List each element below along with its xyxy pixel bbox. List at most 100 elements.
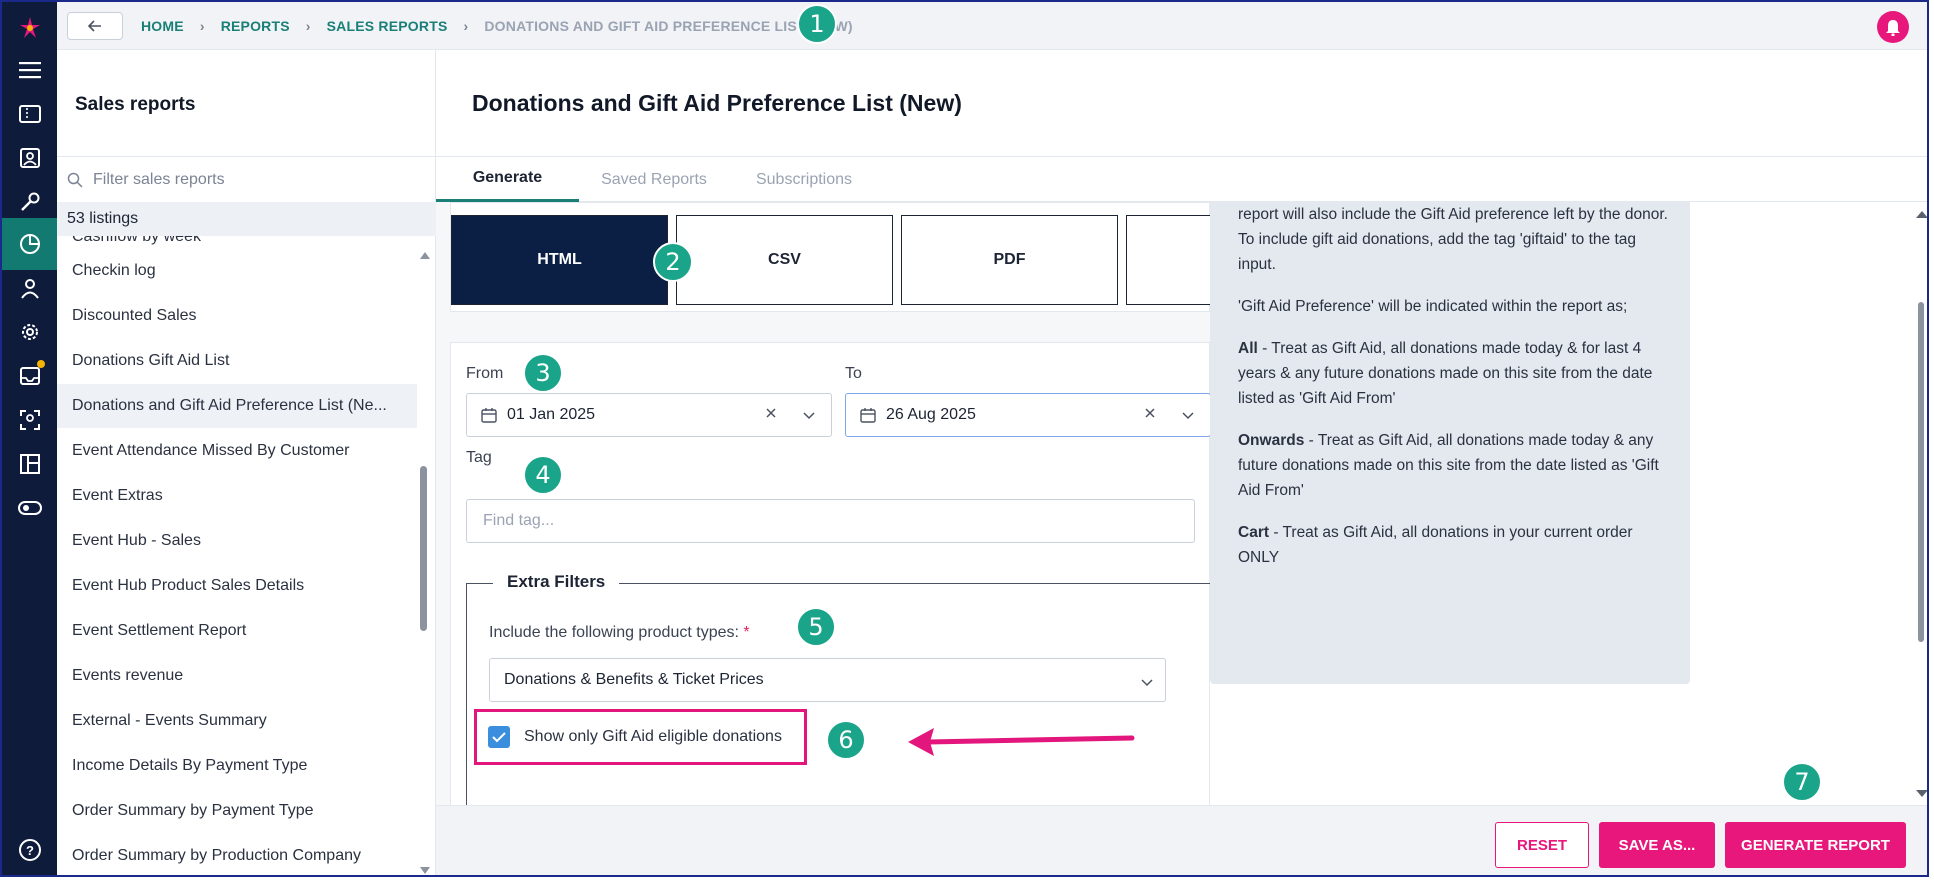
clear-to-icon[interactable] — [1144, 406, 1156, 424]
help-icon[interactable]: ? — [2, 824, 57, 875]
top-bar: HOME › REPORTS › SALES REPORTS › DONATIO… — [57, 2, 1927, 50]
tab-saved-reports[interactable]: Saved Reports — [579, 157, 729, 202]
info-column: report will also include the Gift Aid pr… — [1210, 202, 1928, 805]
info-onwards: Onwards - Treat as Gift Aid, all donatio… — [1238, 428, 1668, 503]
info-cart: Cart - Treat as Gift Aid, all donations … — [1238, 520, 1668, 570]
report-description-panel: report will also include the Gift Aid pr… — [1210, 202, 1690, 684]
generate-report-button[interactable]: GENERATE REPORT — [1725, 822, 1906, 868]
notifications-bell-button[interactable] — [1877, 11, 1909, 43]
content-scrollbar-thumb[interactable] — [1918, 302, 1924, 642]
back-button[interactable] — [67, 12, 123, 40]
list-item[interactable]: Events revenue — [57, 654, 417, 698]
callout-7: 7 — [1782, 762, 1822, 802]
to-date-field[interactable]: 26 Aug 2025 — [845, 393, 1211, 437]
bell-icon — [1886, 20, 1900, 36]
arrow-left-icon — [88, 20, 101, 32]
reset-button[interactable]: RESET — [1495, 822, 1589, 868]
reports-sidebar: Sales reports Filter sales reports 53 li… — [57, 50, 436, 875]
format-csv-button[interactable]: CSV — [676, 215, 893, 305]
list-item[interactable]: Event Hub Product Sales Details — [57, 564, 417, 608]
from-date-field[interactable]: 01 Jan 2025 — [466, 393, 832, 437]
gift-aid-eligible-checkbox[interactable] — [488, 726, 510, 748]
scroll-down-arrow-icon[interactable] — [1916, 790, 1928, 798]
scroll-up-arrow-icon[interactable] — [1916, 210, 1928, 218]
listing-count: 53 listings — [57, 202, 436, 236]
from-date-value: 01 Jan 2025 — [507, 406, 596, 423]
format-selector: HTML CSV PDF XLS — [450, 202, 1343, 312]
list-item[interactable]: Order Summary by Payment Type — [57, 789, 417, 833]
clear-from-icon[interactable] — [765, 406, 777, 424]
icon-rail: ? — [2, 2, 57, 875]
callout-4: 4 — [523, 455, 563, 495]
list-item-selected[interactable]: Donations and Gift Aid Preference List (… — [57, 384, 417, 428]
from-label: From — [466, 365, 504, 382]
tag-search-input[interactable]: Find tag... — [466, 499, 1195, 543]
svg-text:?: ? — [26, 843, 34, 858]
breadcrumb-home[interactable]: HOME — [141, 18, 184, 34]
info-cart-text: - Treat as Gift Aid, all donations in yo… — [1238, 524, 1633, 566]
check-icon — [492, 732, 506, 743]
list-item[interactable]: Donations Gift Aid List — [57, 339, 417, 383]
extra-filters-legend: Extra Filters — [493, 572, 620, 592]
list-item[interactable]: Checkin log — [57, 249, 417, 293]
breadcrumb-reports[interactable]: REPORTS — [221, 18, 290, 34]
callout-5: 5 — [796, 607, 836, 647]
scroll-down-arrow-icon[interactable] — [420, 862, 430, 875]
list-item[interactable]: Event Settlement Report — [57, 609, 417, 653]
callout-2: 2 — [653, 242, 693, 282]
callout-6: 6 — [826, 720, 866, 760]
gift-aid-eligible-label: Show only Gift Aid eligible donations — [524, 728, 782, 745]
generate-content: HTML CSV PDF XLS From 01 Jan 2025 To — [436, 202, 1928, 805]
content-scrollbar[interactable] — [1914, 202, 1928, 805]
breadcrumb: HOME › REPORTS › SALES REPORTS › DONATIO… — [141, 18, 853, 34]
tab-subscriptions[interactable]: Subscriptions — [729, 157, 879, 202]
calendar-icon — [860, 408, 876, 423]
chevron-right-icon: › — [305, 18, 311, 34]
notification-dot — [37, 360, 45, 368]
list-item[interactable]: Event Extras — [57, 474, 417, 518]
chevron-down-icon[interactable] — [1182, 407, 1194, 425]
sidebar-title: Sales reports — [75, 94, 196, 115]
info-all: All - Treat as Gift Aid, all donations m… — [1238, 336, 1668, 411]
scroll-up-arrow-icon[interactable] — [420, 246, 430, 264]
product-types-value: Donations & Benefits & Ticket Prices — [504, 671, 764, 688]
search-icon — [67, 172, 83, 188]
to-label: To — [845, 365, 862, 382]
to-date-value: 26 Aug 2025 — [886, 406, 976, 423]
breadcrumb-sales-reports[interactable]: SALES REPORTS — [327, 18, 448, 34]
sidebar-search-input[interactable]: Filter sales reports — [57, 156, 436, 202]
tag-label: Tag — [466, 449, 492, 466]
list-item[interactable]: Discounted Sales — [57, 294, 417, 338]
chevron-right-icon: › — [199, 18, 205, 34]
annotation-arrow — [908, 728, 1135, 756]
report-options: HTML CSV PDF XLS From 01 Jan 2025 To — [450, 202, 1343, 805]
format-html-button[interactable]: HTML — [451, 215, 668, 305]
chevron-down-icon[interactable] — [803, 407, 815, 425]
list-item[interactable]: Event Hub - Sales — [57, 519, 417, 563]
calendar-icon — [481, 408, 497, 423]
product-types-select[interactable]: Donations & Benefits & Ticket Prices — [489, 658, 1166, 702]
tab-generate[interactable]: Generate — [436, 157, 579, 202]
save-as-button[interactable]: SAVE AS... — [1599, 822, 1715, 868]
tab-bar: Generate Saved Reports Subscriptions — [436, 156, 1927, 202]
gift-aid-eligible-checkbox-row[interactable]: Show only Gift Aid eligible donations — [474, 717, 782, 757]
search-placeholder: Filter sales reports — [93, 170, 225, 188]
info-cart-term: Cart — [1238, 524, 1270, 541]
format-pdf-button[interactable]: PDF — [901, 215, 1118, 305]
list-item[interactable]: Order Summary by Production Company — [57, 834, 417, 875]
main-panel: Donations and Gift Aid Preference List (… — [436, 50, 1927, 875]
toggle-icon[interactable] — [2, 482, 57, 534]
page-title: Donations and Gift Aid Preference List (… — [472, 90, 962, 116]
list-item[interactable]: Event Attendance Missed By Customer — [57, 429, 417, 473]
info-all-text: - Treat as Gift Aid, all donations made … — [1238, 340, 1653, 407]
info-onwards-term: Onwards — [1238, 432, 1305, 449]
list-item[interactable]: External - Events Summary — [57, 699, 417, 743]
sidebar-scrollbar-thumb[interactable] — [420, 466, 427, 631]
chevron-right-icon: › — [463, 18, 469, 34]
list-item[interactable]: Income Details By Payment Type — [57, 744, 417, 788]
report-list: Cashflow by week Checkin log Discounted … — [57, 236, 436, 875]
info-all-term: All — [1238, 340, 1258, 357]
info-paragraph-intro: report will also include the Gift Aid pr… — [1238, 206, 1668, 273]
app-window: ? HOME › REPORTS › SALES REPORTS › DONAT… — [0, 0, 1929, 877]
product-types-label-text: Include the following product types: — [489, 624, 739, 641]
